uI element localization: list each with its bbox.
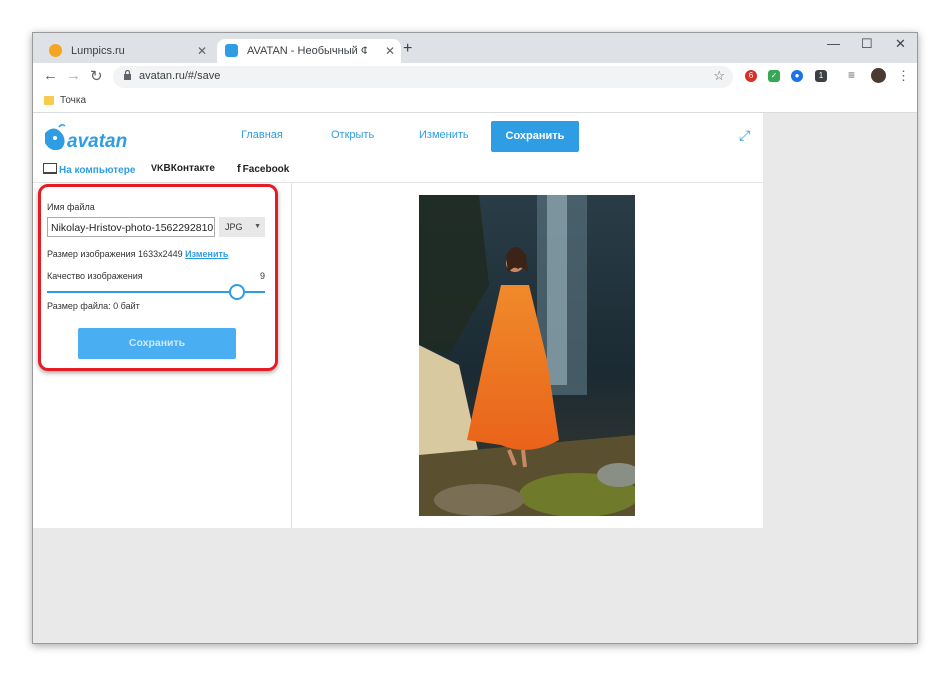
divider <box>33 182 763 183</box>
new-tab-button[interactable]: + <box>403 40 412 58</box>
save-button[interactable]: Сохранить <box>78 328 236 359</box>
quality-label: Качество изображения <box>47 271 143 281</box>
destination-fb-label: Facebook <box>242 164 290 175</box>
tab-close-icon[interactable]: ✕ <box>197 39 207 63</box>
minimize-button[interactable]: — <box>827 36 840 51</box>
reading-list-icon[interactable]: ≡ <box>848 68 855 82</box>
tab-close-icon[interactable]: ✕ <box>385 39 395 63</box>
bookmarks-bar: Точка <box>33 91 917 113</box>
image-size-text: Размер изображения 1633x2449 Изменить <box>47 249 228 259</box>
lock-icon <box>123 69 132 83</box>
destination-fb-tab[interactable]: f Facebook <box>237 163 289 175</box>
maximize-button[interactable]: ☐ <box>861 36 873 52</box>
destination-vk-tab[interactable]: VKВКонтакте <box>151 163 215 174</box>
facebook-icon: f <box>237 163 241 175</box>
tab-lumpics[interactable]: Lumpics.ru ✕ <box>41 39 213 63</box>
destination-vk-label: ВКонтакте <box>163 163 215 174</box>
title-bar: Lumpics.ru ✕ AVATAN - Необычный Фотореда… <box>33 33 917 63</box>
photo-preview <box>419 195 641 517</box>
check-icon[interactable]: ✓ <box>768 70 780 82</box>
nav-open-link[interactable]: Открыть <box>331 129 374 141</box>
reload-button[interactable]: ↻ <box>90 67 103 85</box>
file-size-label: Размер файла: 0 байт <box>47 301 140 311</box>
quality-value: 9 <box>260 271 266 281</box>
avatan-page: avatan Главная Открыть Изменить Сохранит… <box>33 113 763 528</box>
bookmark-star-icon[interactable]: ☆ <box>713 68 725 84</box>
destination-pc-tab[interactable]: На компьютере <box>43 163 135 176</box>
chevron-down-icon: ▼ <box>254 223 261 230</box>
divider <box>291 183 292 528</box>
file-name-label: Имя файла <box>47 202 95 212</box>
vpn-icon[interactable]: ● <box>791 70 803 82</box>
address-bar[interactable]: avatan.ru/#/save ☆ <box>113 66 733 88</box>
url-text: avatan.ru/#/save <box>139 70 221 82</box>
browser-toolbar: ← → ↻ avatan.ru/#/save ☆ 6 ✓ ● 1 ≡ ⋮ <box>33 63 917 91</box>
avatan-favicon-icon <box>225 44 238 57</box>
nav-save-button[interactable]: Сохранить <box>491 121 579 152</box>
back-button[interactable]: ← <box>43 67 58 84</box>
laptop-icon <box>43 163 57 174</box>
fullscreen-icon[interactable]: ⤢ <box>739 127 750 144</box>
folder-icon <box>44 96 54 105</box>
avatan-logo[interactable]: avatan <box>41 121 136 155</box>
browser-window: Lumpics.ru ✕ AVATAN - Необычный Фотореда… <box>32 32 918 644</box>
menu-icon[interactable]: ⋮ <box>897 68 910 84</box>
nav-edit-link[interactable]: Изменить <box>419 129 469 141</box>
opera-icon[interactable]: 6 <box>745 70 757 82</box>
change-size-link[interactable]: Изменить <box>185 249 228 259</box>
format-value: JPG <box>225 222 243 232</box>
destination-pc-label: На компьютере <box>59 165 136 176</box>
close-window-button[interactable]: ✕ <box>895 36 906 52</box>
avatar[interactable] <box>871 68 886 83</box>
tab-title: AVATAN - Необычный Фоторедактор <box>247 45 367 57</box>
quality-slider-handle[interactable] <box>229 284 245 300</box>
nav-home-link[interactable]: Главная <box>241 129 283 141</box>
logo-text: avatan <box>67 131 127 152</box>
vk-icon: VK <box>151 163 164 173</box>
format-select[interactable]: JPG ▼ <box>219 217 265 237</box>
bookmark-item[interactable]: Точка <box>60 95 86 106</box>
image-size-label: Размер изображения 1633x2449 <box>47 249 183 259</box>
forward-button[interactable]: → <box>66 67 81 84</box>
save-panel: Имя файла Nikolay-Hristov-photo-15622928… <box>38 184 278 371</box>
tab-title: Lumpics.ru <box>71 45 125 57</box>
file-name-input[interactable]: Nikolay-Hristov-photo-1562292810 <box>47 217 215 237</box>
tab-avatan[interactable]: AVATAN - Необычный Фоторедактор ✕ <box>217 39 401 63</box>
lumpics-favicon-icon <box>49 44 62 57</box>
shield-icon[interactable]: 1 <box>815 70 827 82</box>
